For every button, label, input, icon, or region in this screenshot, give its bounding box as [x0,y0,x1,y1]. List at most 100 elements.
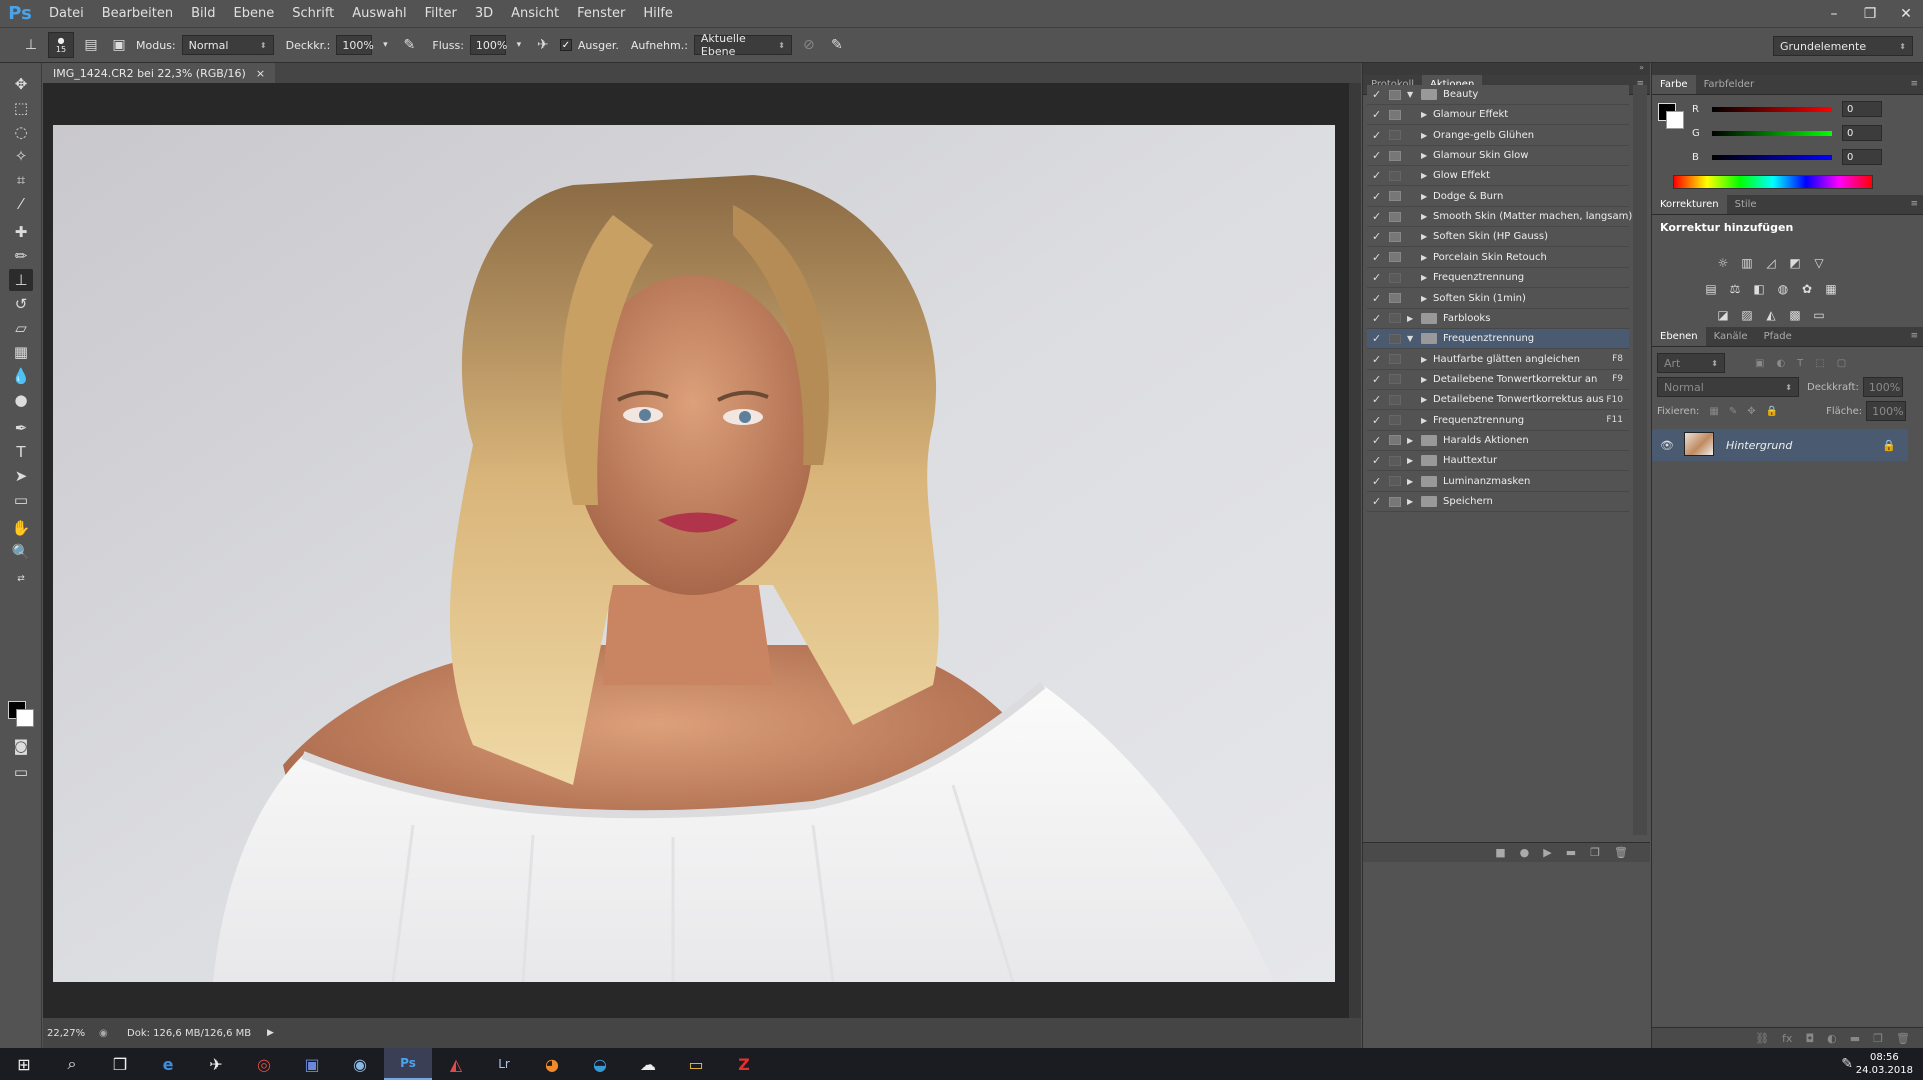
vibrance-icon[interactable]: ▽ [1810,255,1828,271]
panel-menu-icon[interactable]: ≡ [1910,199,1918,209]
workspace-select[interactable]: Grundelemente ⬍ [1773,36,1913,56]
triangle-right-icon[interactable]: ▶ [1421,253,1427,262]
slider-b-value[interactable]: 0 [1842,149,1882,165]
modus-select[interactable]: Normal ⬍ [181,35,274,55]
check-icon[interactable]: ✓ [1372,393,1384,406]
slider-r-value[interactable]: 0 [1842,101,1882,117]
action-row[interactable]: ✓ ▶ Frequenztrennung F11 [1367,411,1629,431]
lock-icons[interactable]: ▦✎✥🔒 [1709,406,1788,417]
check-icon[interactable]: ✓ [1372,353,1384,366]
photo-filter-icon[interactable]: ◍ [1774,281,1792,297]
app-icon[interactable]: ✈ [192,1048,240,1080]
task-view-icon[interactable]: ❒ [96,1048,144,1080]
layer-filter-select[interactable]: Art ⬍ [1657,353,1725,373]
app-icon[interactable]: ☁ [624,1048,672,1080]
triangle-right-icon[interactable]: ▶ [1421,375,1427,384]
actions-scrollbar[interactable] [1633,85,1647,835]
quick-mask-icon[interactable]: ◙ [9,735,33,757]
close-icon[interactable]: × [256,67,265,80]
dialog-toggle-icon[interactable] [1389,252,1401,263]
move-tool-icon[interactable]: ✥ [9,73,33,95]
eraser-tool-icon[interactable]: ▱ [9,317,33,339]
app-icon[interactable]: ◒ [576,1048,624,1080]
action-set-row[interactable]: ✓ ▶ Speichern [1367,492,1629,512]
lock-icon[interactable]: 🔒 [1882,439,1896,452]
panel-menu-icon[interactable]: ≡ [1910,331,1918,341]
threshold-icon[interactable]: ◭ [1762,307,1780,323]
firefox-icon[interactable]: ◕ [528,1048,576,1080]
pressure-size-icon[interactable]: ✎ [826,34,848,56]
quick-selection-tool-icon[interactable]: ✧ [9,145,33,167]
action-row[interactable]: ✓ ▶ Soften Skin (HP Gauss) [1367,227,1629,248]
panel-menu-icon[interactable]: ≡ [1910,79,1918,89]
menu-3d[interactable]: 3D [466,0,502,27]
check-icon[interactable]: ✓ [1372,434,1384,447]
minimize-icon[interactable]: – [1825,6,1843,22]
file-explorer-icon[interactable]: ▭ [672,1048,720,1080]
ausger-checkbox[interactable]: ✓ [559,39,572,51]
check-icon[interactable]: ✓ [1372,271,1384,284]
eyedropper-tool-icon[interactable]: ⁄ [9,193,33,215]
layer-style-icon[interactable]: fx [1782,1032,1792,1045]
action-row[interactable]: ✓ ▶ Dodge & Burn [1367,187,1629,207]
brush-preset-picker[interactable]: ● 15 [48,32,74,58]
color-lookup-icon[interactable]: ▦ [1822,281,1840,297]
tab-farbfelder[interactable]: Farbfelder [1696,75,1762,94]
check-icon[interactable]: ✓ [1372,108,1384,121]
check-icon[interactable]: ✓ [1372,88,1384,101]
menu-filter[interactable]: Filter [416,0,466,27]
collapse-panels-icon[interactable]: » [1639,63,1644,72]
status-menu-arrow-icon[interactable]: ▶ [267,1028,274,1038]
photoshop-taskbar-icon[interactable]: Ps [384,1048,432,1080]
hue-saturation-icon[interactable]: ▤ [1702,281,1720,297]
dialog-toggle-icon[interactable] [1389,170,1401,181]
menu-ansicht[interactable]: Ansicht [502,0,568,27]
color-spectrum[interactable] [1673,175,1873,189]
action-row[interactable]: ✓ ▶ Frequenztrennung [1367,268,1629,289]
crop-tool-icon[interactable]: ⌗ [9,169,33,191]
menu-hilfe[interactable]: Hilfe [634,0,682,27]
path-selection-tool-icon[interactable]: ➤ [9,465,33,487]
check-icon[interactable]: ✓ [1372,373,1384,386]
gradient-tool-icon[interactable]: ▦ [9,341,33,363]
screen-mode-icon[interactable]: ▭ [9,761,33,783]
aufnehm-select[interactable]: Aktuelle Ebene ⬍ [693,32,792,58]
trash-icon[interactable]: 🗑 [1614,846,1628,859]
menu-fenster[interactable]: Fenster [568,0,634,27]
triangle-down-icon[interactable]: ▼ [1407,90,1413,99]
action-row[interactable]: ✓ ▶ Detailebene Tonwertkorrektus aus F10 [1367,390,1629,411]
app-icon[interactable]: ▣ [288,1048,336,1080]
action-row[interactable]: ✓ ▶ Porcelain Skin Retouch [1367,248,1629,268]
slider-g-value[interactable]: 0 [1842,125,1882,141]
shape-tool-icon[interactable]: ▭ [9,489,33,511]
clone-stamp-tool-preset-icon[interactable]: ⊥ [20,34,42,56]
dialog-toggle-icon[interactable] [1389,109,1401,120]
posterize-icon[interactable]: ▨ [1738,307,1756,323]
dialog-toggle-icon[interactable] [1389,231,1401,242]
fluss-dropdown-icon[interactable]: ▾ [512,34,526,56]
opacity-input[interactable]: 100% [1862,377,1903,397]
channel-mixer-icon[interactable]: ✿ [1798,281,1816,297]
dialog-toggle-icon[interactable] [1389,476,1401,487]
slider-r-track[interactable] [1712,106,1832,112]
slider-b[interactable]: B 0 [1692,149,1912,165]
taskbar-clock[interactable]: 08:56 24.03.2018 [1856,1051,1913,1077]
record-icon[interactable]: ● [1520,846,1530,859]
menu-bild[interactable]: Bild [182,0,224,27]
triangle-right-icon[interactable]: ▶ [1421,294,1427,303]
clone-source-icon[interactable]: ▣ [108,34,130,56]
pen-tool-icon[interactable]: ✒ [9,417,33,439]
action-row[interactable]: ✓ ▶ Hautfarbe glätten angleichen F8 [1367,350,1629,370]
marquee-tool-icon[interactable]: ⬚ [9,97,33,119]
dialog-toggle-icon[interactable] [1389,130,1401,141]
windows-start-icon[interactable]: ⊞ [0,1048,48,1080]
invert-icon[interactable]: ◪ [1714,307,1732,323]
check-icon[interactable]: ✓ [1372,169,1384,182]
dialog-toggle-icon[interactable] [1389,354,1401,365]
history-brush-tool-icon[interactable]: ↺ [9,293,33,315]
triangle-right-icon[interactable]: ▶ [1421,192,1427,201]
status-info-icon[interactable]: ◉ [99,1028,127,1039]
triangle-right-icon[interactable]: ▶ [1407,436,1413,445]
brush-tool-icon[interactable]: ✏ [9,245,33,267]
zoom-tool-icon[interactable]: 🔍 [9,541,33,563]
